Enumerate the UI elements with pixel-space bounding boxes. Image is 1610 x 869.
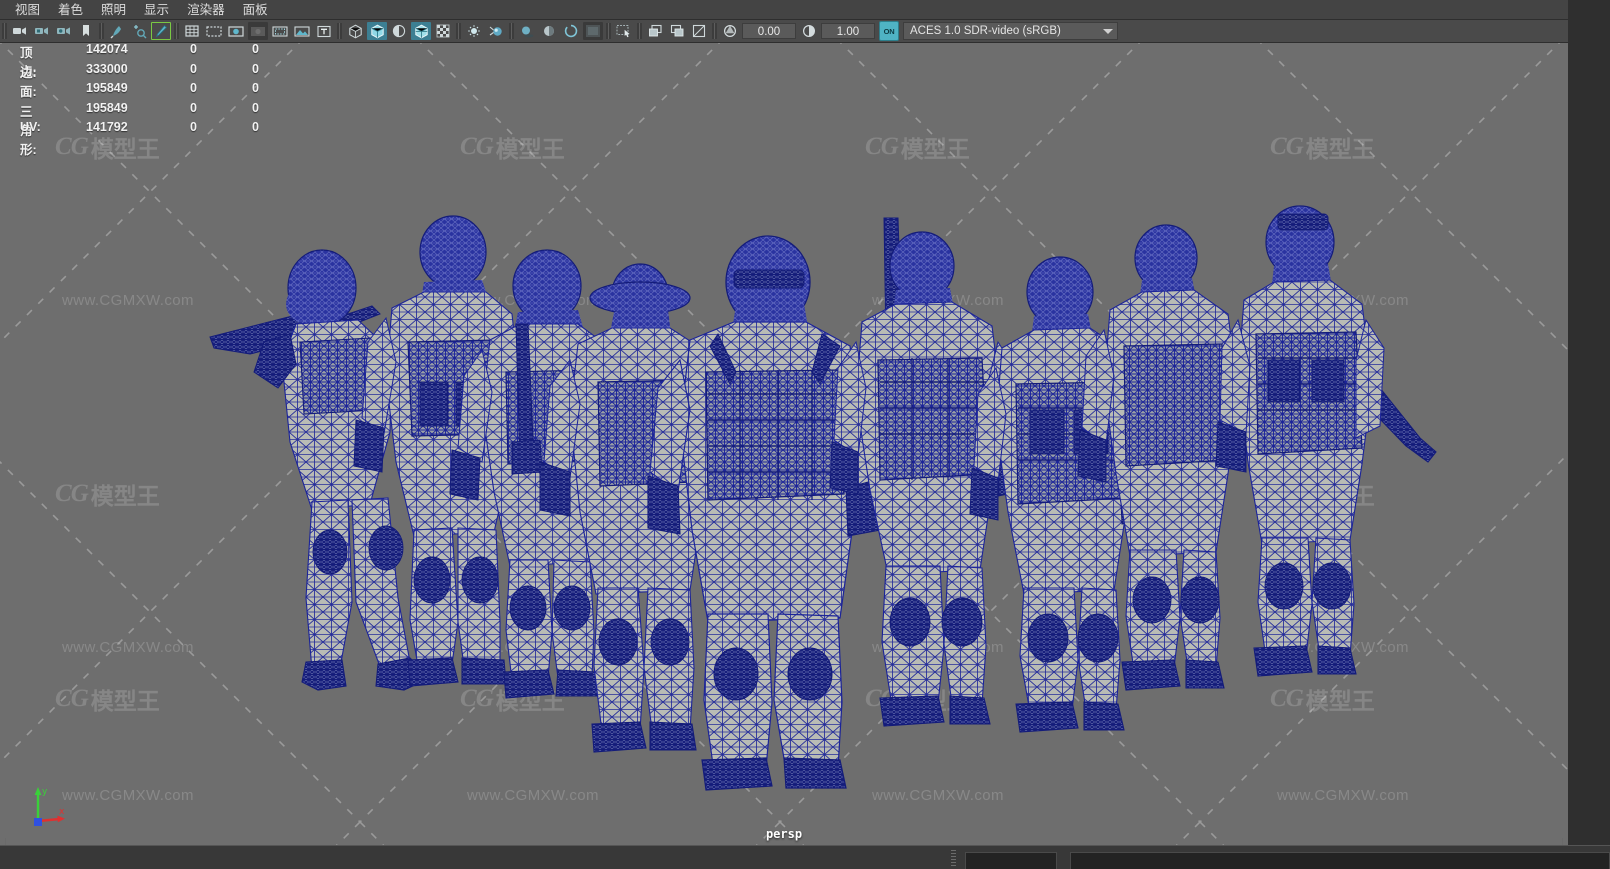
resolution-gate-icon[interactable] (226, 22, 246, 40)
isolate-select-icon[interactable] (614, 22, 634, 40)
use-default-light-icon[interactable] (464, 22, 484, 40)
motion-blur-icon[interactable] (583, 22, 603, 40)
film-gate-icon[interactable] (204, 22, 224, 40)
gizmo-x-axis: x (37, 807, 65, 823)
soldier-squad-wireframe (209, 205, 1437, 791)
gamma-icon[interactable] (799, 22, 819, 40)
grab-icon[interactable] (689, 22, 709, 40)
toolbar-separator (337, 23, 342, 39)
menu-shading[interactable]: 着色 (49, 1, 92, 19)
shadows-icon[interactable] (517, 22, 537, 40)
menu-lighting[interactable]: 照明 (92, 1, 135, 19)
exposure-icon[interactable] (720, 22, 740, 40)
wireframe-model-group[interactable] (0, 42, 1568, 845)
toolbar-separator (712, 23, 717, 39)
wireframe-icon[interactable] (345, 22, 365, 40)
wireframe-on-shaded-icon[interactable] (411, 22, 431, 40)
toolbar-separator (2, 23, 7, 39)
smooth-shade-icon[interactable] (367, 22, 387, 40)
panel-zoom-icon[interactable] (645, 22, 665, 40)
viewport-3d[interactable]: CG模型王 CG模型王 CG模型王 CG模型王 www.CGMXW.com ww… (0, 42, 1568, 845)
select-camera-icon[interactable] (10, 22, 30, 40)
svg-text:y: y (42, 787, 48, 797)
bottom-status-strip (0, 845, 1610, 869)
aa-icon[interactable] (561, 22, 581, 40)
right-gutter (1568, 0, 1610, 845)
maya-viewport-window: 视图 着色 照明 显示 渲染器 面板 0.00 1.00 ON ACES 1.0… (0, 0, 1610, 869)
panel-fit-icon[interactable] (667, 22, 687, 40)
gate-mask-icon[interactable] (248, 22, 268, 40)
gizmo-z-axis (34, 818, 42, 826)
toolbar-separator (606, 23, 611, 39)
image-plane-icon[interactable] (292, 22, 312, 40)
menu-renderer[interactable]: 渲染器 (178, 1, 234, 19)
soldier-figures (209, 205, 1437, 791)
camera-lock-icon[interactable] (32, 22, 52, 40)
toolbar-separator (509, 23, 514, 39)
paint-select-icon[interactable] (129, 22, 149, 40)
menu-view[interactable]: 视图 (6, 1, 49, 19)
menu-show[interactable]: 显示 (135, 1, 178, 19)
x-ray-icon[interactable] (433, 22, 453, 40)
smooth-shade-all-icon[interactable] (389, 22, 409, 40)
ao-icon[interactable] (539, 22, 559, 40)
viewport-toolbar: 0.00 1.00 ON ACES 1.0 SDR-video (sRGB) (0, 20, 1568, 43)
chevron-down-icon (1103, 29, 1113, 34)
safe-action-icon[interactable] (270, 22, 290, 40)
svg-text:x: x (59, 807, 65, 817)
toolbar-separator (174, 23, 179, 39)
exposure-input[interactable]: 0.00 (742, 23, 796, 39)
color-management-icon[interactable]: ON (879, 21, 899, 41)
paint-effects-icon[interactable] (107, 22, 127, 40)
menu-panels[interactable]: 面板 (234, 1, 277, 19)
bookmark-icon[interactable] (76, 22, 96, 40)
soldier-9 (1215, 205, 1437, 677)
use-all-lights-icon[interactable] (486, 22, 506, 40)
viewport-camera-label: persp (765, 827, 803, 841)
paint-brush-icon[interactable] (151, 22, 171, 40)
command-line-field[interactable] (1070, 852, 1610, 869)
text-overlay-icon[interactable] (314, 22, 334, 40)
gamma-input[interactable]: 1.00 (821, 23, 875, 39)
camera-attributes-icon[interactable] (54, 22, 74, 40)
grid-icon[interactable] (182, 22, 202, 40)
viewport-menu-bar: 视图 着色 照明 显示 渲染器 面板 (0, 0, 1568, 20)
axis-gizmo: y x (34, 787, 65, 826)
toolbar-separator (99, 23, 104, 39)
panel-drag-handle[interactable] (951, 850, 956, 866)
toolbar-separator (456, 23, 461, 39)
command-mode-field[interactable] (965, 852, 1057, 869)
gizmo-y-axis: y (34, 787, 48, 821)
toolbar-separator (637, 23, 642, 39)
color-profile-value: ACES 1.0 SDR-video (sRGB) (910, 25, 1061, 37)
color-profile-select[interactable]: ACES 1.0 SDR-video (sRGB) (903, 22, 1118, 40)
